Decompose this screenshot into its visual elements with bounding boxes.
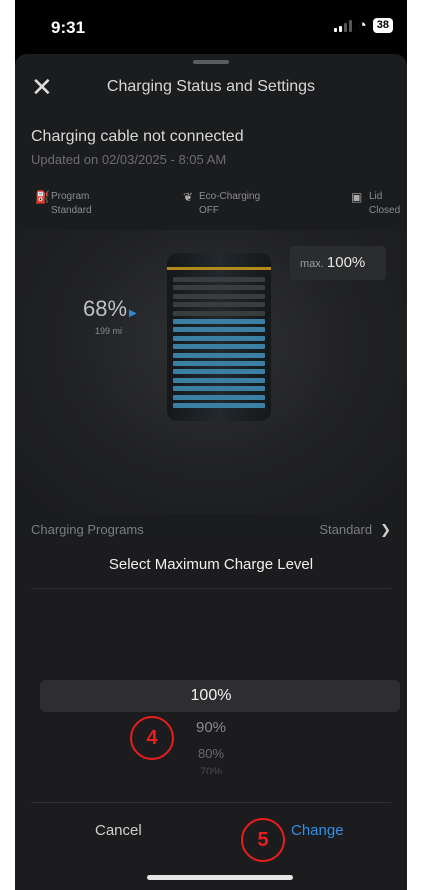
info-eco: ❦ Eco-Charging OFF [183,190,261,218]
picker-option[interactable]: 90% [15,719,407,736]
battery-bar-filled [173,335,265,341]
battery-graphic [167,253,271,421]
battery-bar-empty [173,293,265,299]
battery-visual: 68% ▶ 199 mi max. 100% [15,230,407,514]
info-program: ⛽ Program Standard [35,190,92,218]
home-indicator [147,875,293,880]
sheet-title: Charging Status and Settings [106,78,316,95]
battery-indicator: 38 [372,18,393,33]
battery-bar-filled [173,369,265,375]
status-time: 9:31 [51,18,86,37]
info-row: ⛽ Program Standard ❦ Eco-Charging OFF ▣ … [15,186,407,230]
updated-timestamp: Updated on 02/03/2025 - 8:05 AM [31,152,227,167]
signal-icon [333,19,352,32]
battery-bar-empty [173,277,265,282]
soc-value: 68% [83,296,128,321]
divider [31,588,391,589]
range-value: 199 mi [95,326,123,336]
battery-bar-filled [173,344,265,350]
battery-bar-empty [173,285,265,291]
info-program-value: Standard [51,205,92,216]
chevron-right-icon: ❯ [380,522,391,537]
info-eco-label: Eco-Charging [199,191,261,202]
info-eco-value: OFF [199,205,219,216]
charging-programs-label[interactable]: Charging Programs [31,522,144,537]
lid-icon: ▣ [351,190,363,204]
battery-bar-filled [173,319,265,324]
soc-arrow-icon: ▶ [129,308,137,319]
battery-bar-filled [173,386,265,392]
annotation-marker: 5 [241,818,285,862]
battery-bar-filled [173,352,265,358]
max-value: 100% [326,254,366,271]
max-charge-badge: max. 100% [290,246,386,280]
sheet-handle[interactable] [193,60,229,64]
phone-screen: 9:31 ◔ 38 ✕ Charging Status and Settings… [15,0,407,890]
status-icons: ◔ 38 [333,16,393,34]
picker-option-selected[interactable]: 100% [15,687,407,705]
cable-status: Charging cable not connected [31,128,244,145]
state-of-charge: 68% ▶ [83,296,137,322]
battery-bar-filled [173,403,265,408]
info-lid-label: Lid [369,191,383,202]
info-lid: ▣ Lid Closed [351,190,401,218]
charge-level-picker: Select Maximum Charge Level 100% 90% 80%… [15,540,407,890]
info-lid-value: Closed [369,205,401,216]
programs-value-text: Standard [319,522,373,537]
battery-bar-empty [173,310,265,316]
change-button[interactable]: Change [291,822,344,839]
picker-option[interactable]: 80% [15,746,407,761]
battery-bar-filled [173,377,265,383]
battery-bar-filled [173,394,265,400]
battery-bar-filled [173,361,265,366]
leaf-icon: ❦ [183,190,194,204]
cancel-button[interactable]: Cancel [95,822,142,839]
battery-bar-filled [173,327,265,333]
charger-icon: ⛽ [35,190,50,204]
divider [31,802,391,803]
annotation-marker: 4 [130,716,174,760]
info-program-label: Program [51,191,90,202]
charging-programs-value[interactable]: Standard ❯ [319,522,391,538]
max-charge-line [167,267,271,270]
wifi-icon: ◔ [357,16,367,34]
battery-bar-empty [173,302,265,308]
picker-title: Select Maximum Charge Level [108,556,314,573]
picker-option[interactable]: 70% [15,766,407,774]
max-prefix: max. [300,258,324,270]
